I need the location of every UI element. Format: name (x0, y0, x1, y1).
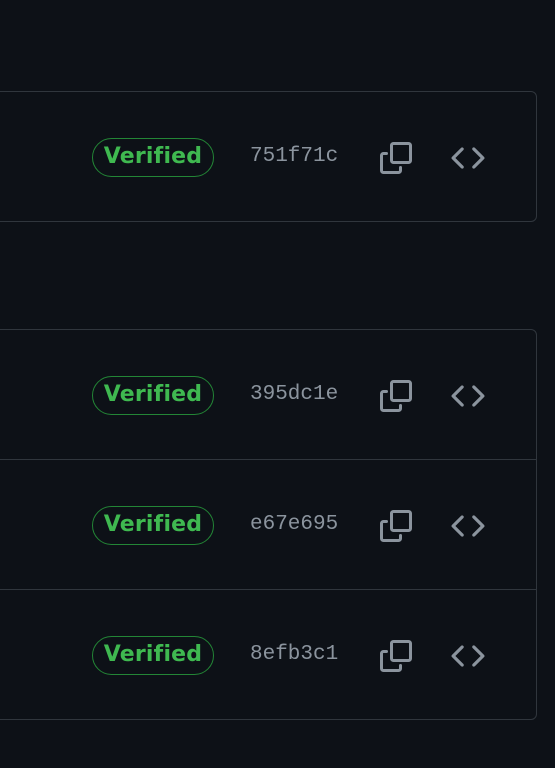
commit-sha-link[interactable]: e67e695 (250, 510, 338, 540)
copy-icon (380, 510, 412, 542)
copy-sha-button[interactable] (379, 509, 413, 543)
copy-sha-button[interactable] (379, 639, 413, 673)
copy-icon (380, 380, 412, 412)
commit-sha-link[interactable]: 8efb3c1 (250, 640, 338, 670)
commit-row: Verified 751f71c (0, 92, 536, 221)
browse-repo-button[interactable] (451, 639, 485, 673)
verified-badge[interactable]: Verified (92, 636, 214, 675)
commit-sha-link[interactable]: 751f71c (250, 142, 338, 172)
verified-badge[interactable]: Verified (92, 376, 214, 415)
code-icon (451, 385, 485, 407)
copy-sha-button[interactable] (379, 379, 413, 413)
verified-badge[interactable]: Verified (92, 138, 214, 177)
copy-icon (380, 142, 412, 174)
browse-repo-button[interactable] (451, 141, 485, 175)
code-icon (451, 645, 485, 667)
browse-repo-button[interactable] (451, 379, 485, 413)
commit-group: Verified 395dc1e Verified e67e695 Verifi… (0, 329, 537, 720)
browse-repo-button[interactable] (451, 509, 485, 543)
commit-list: Verified 751f71c Verified 395dc1e Verifi… (0, 0, 555, 768)
commit-group: Verified 751f71c (0, 91, 537, 222)
verified-badge[interactable]: Verified (92, 506, 214, 545)
copy-icon (380, 640, 412, 672)
code-icon (451, 515, 485, 537)
commit-row: Verified 8efb3c1 (0, 590, 536, 719)
commit-row: Verified 395dc1e (0, 330, 536, 460)
commit-sha-link[interactable]: 395dc1e (250, 380, 338, 410)
commit-row: Verified e67e695 (0, 460, 536, 590)
copy-sha-button[interactable] (379, 141, 413, 175)
code-icon (451, 147, 485, 169)
